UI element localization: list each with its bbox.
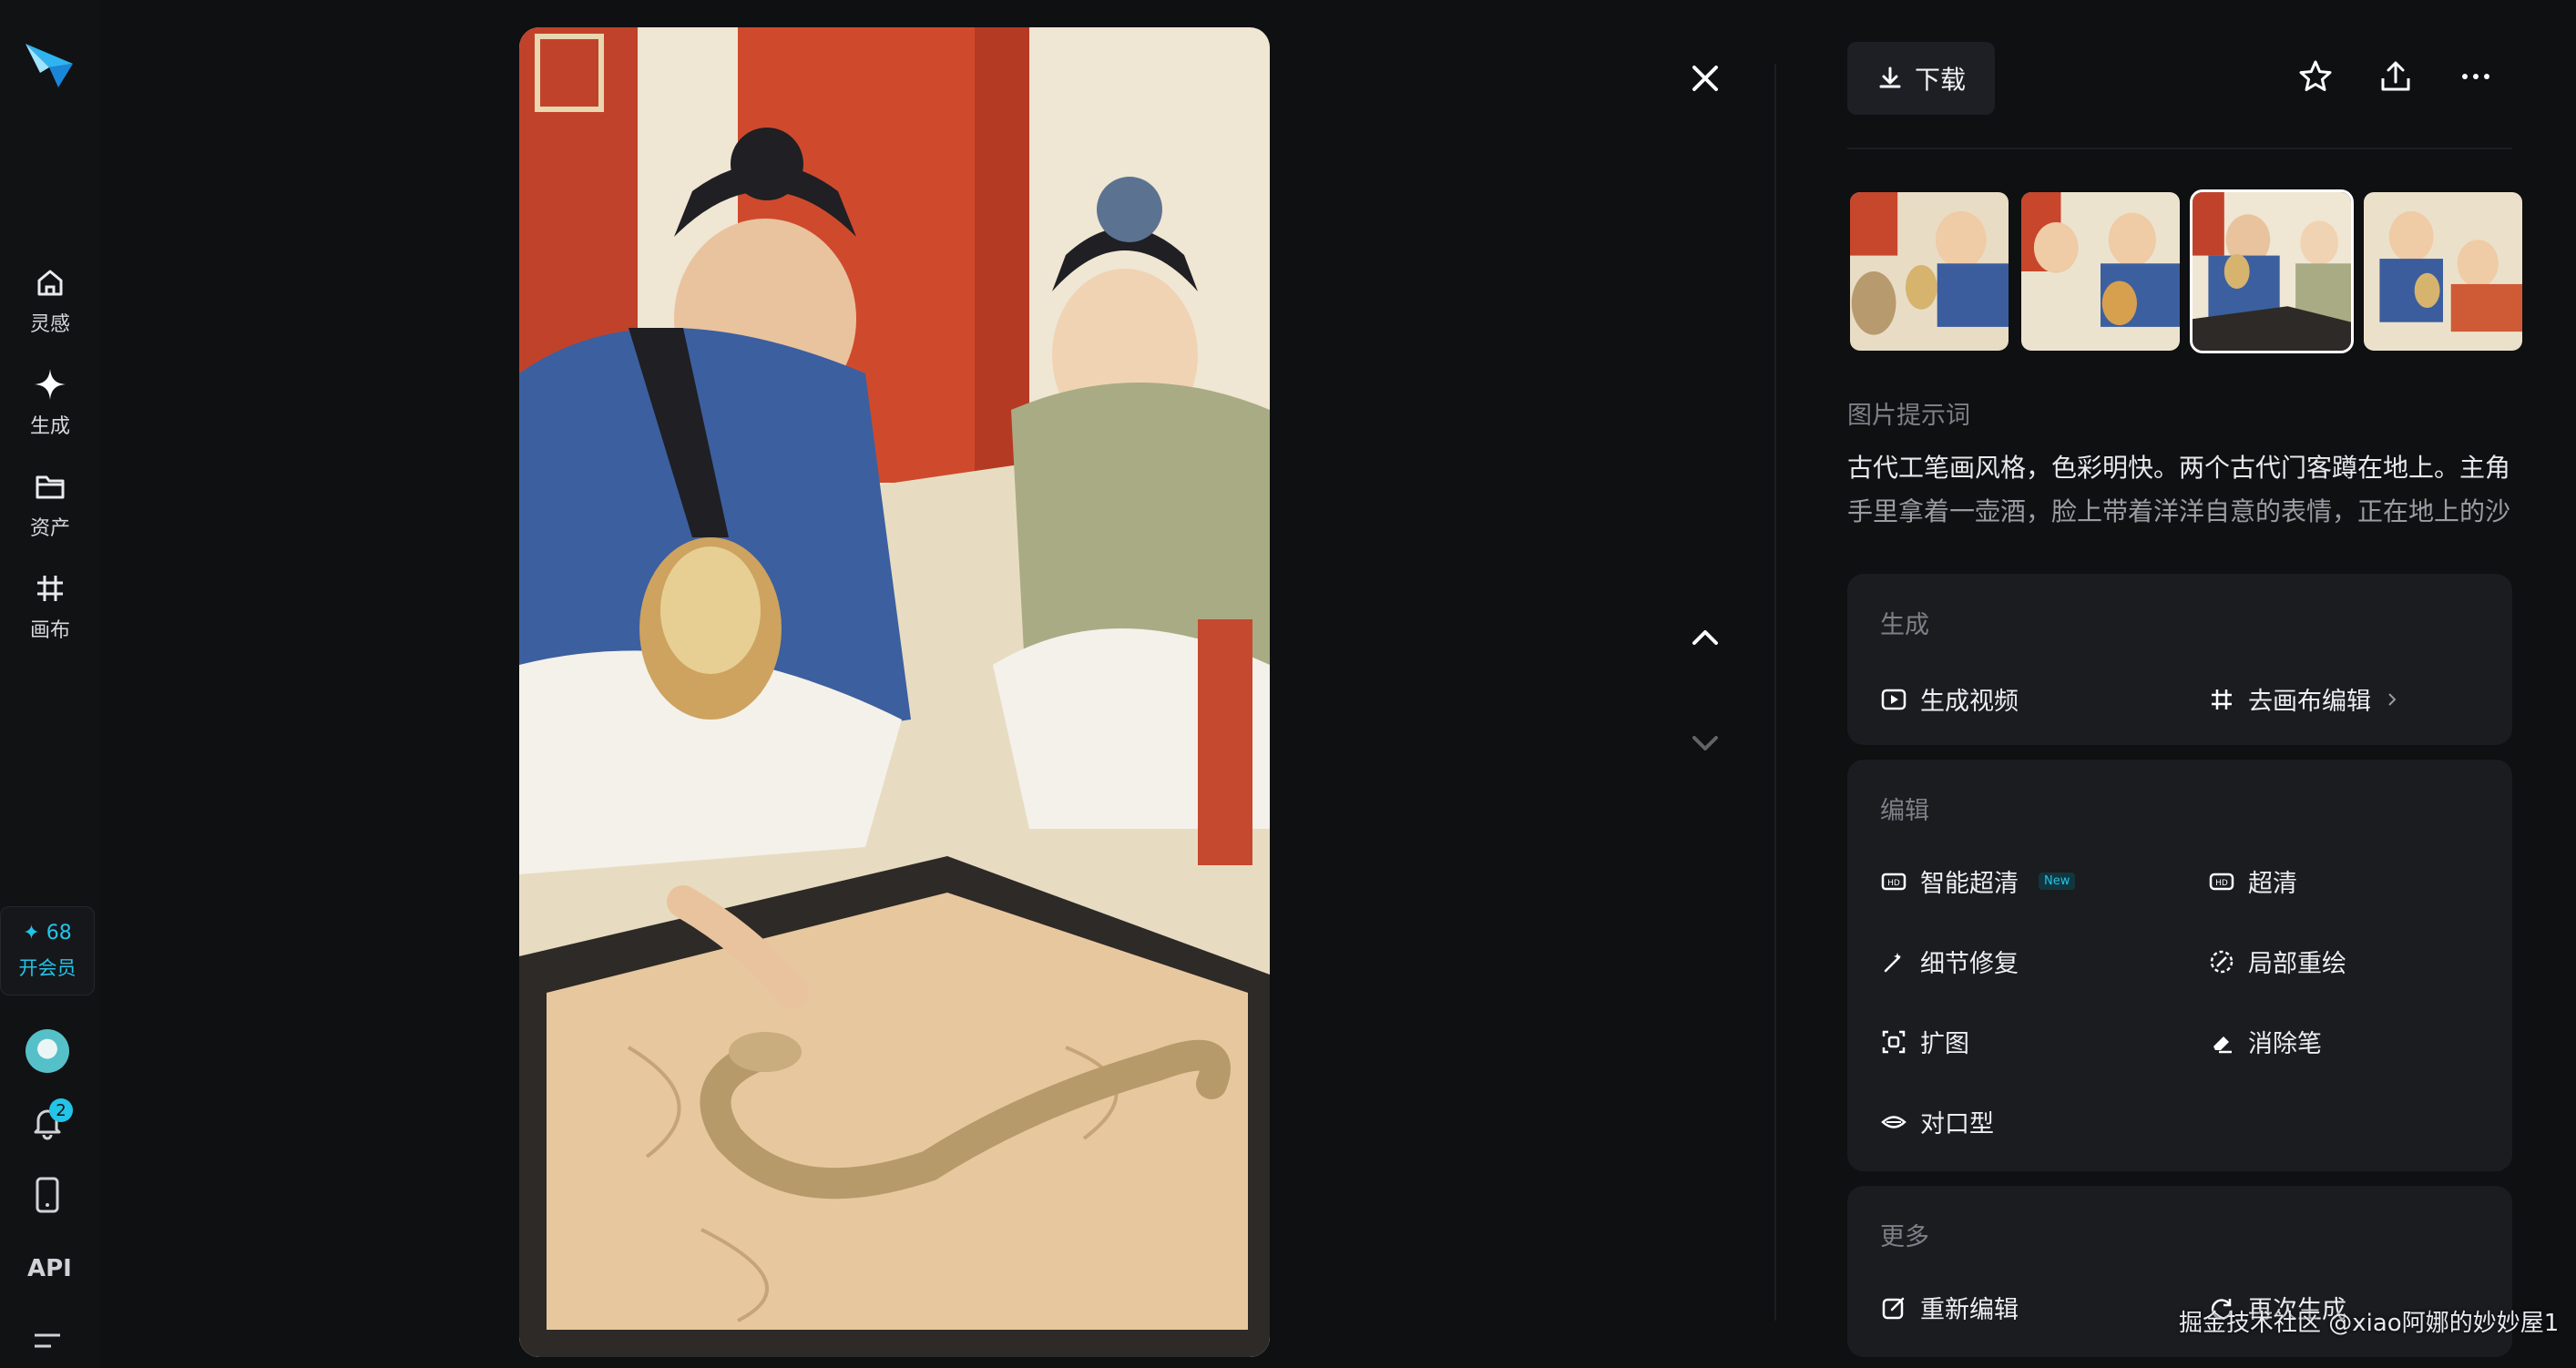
credits-value: 68 xyxy=(46,921,72,944)
option-label: 去画布编辑 xyxy=(2248,688,2371,716)
share-icon[interactable] xyxy=(2377,58,2414,95)
option-label: 智能超清 xyxy=(1920,870,2019,898)
svg-text:HD: HD xyxy=(2215,879,2228,888)
prompt-line: 古代工笔画风格，色彩明快。两个古代门客蹲在地上。主角 xyxy=(1847,453,2511,483)
notification-badge: 2 xyxy=(49,1098,73,1122)
prompt-text[interactable]: 古代工笔画风格，色彩明快。两个古代门客蹲在地上。主角 手里拿着一壶酒，脸上带着洋… xyxy=(1847,446,2512,534)
video-play-icon xyxy=(1881,689,1906,710)
sidebar-item-inspiration[interactable]: 灵感 xyxy=(0,255,100,346)
re-edit-button[interactable]: 重新编辑 xyxy=(1880,1290,2019,1325)
magic-wand-icon xyxy=(1884,952,1901,972)
detail-fix-button[interactable]: 细节修复 xyxy=(1880,944,2019,979)
option-label: 生成视频 xyxy=(1920,688,2019,716)
generate-video-button[interactable]: 生成视频 xyxy=(1880,681,2019,717)
chevron-up-icon[interactable] xyxy=(1687,619,1723,656)
credits-count: ✦ 68 xyxy=(23,921,72,944)
download-button[interactable]: 下载 xyxy=(1847,42,1995,115)
home-icon xyxy=(37,270,63,296)
download-label: 下载 xyxy=(1914,65,1966,95)
thumbnail[interactable] xyxy=(2019,189,2182,353)
inpaint-button[interactable]: 局部重绘 xyxy=(2208,944,2346,979)
lips-icon xyxy=(1881,1115,1906,1128)
expand-button[interactable]: 扩图 xyxy=(1880,1024,1969,1059)
panel-divider xyxy=(1774,64,1776,1321)
generated-image[interactable] xyxy=(519,27,1270,1357)
close-icon[interactable] xyxy=(1687,60,1723,97)
hd-icon: HD xyxy=(2209,873,2234,890)
canvas-icon xyxy=(2212,689,2232,710)
sidebar-item-label: 生成 xyxy=(29,415,70,438)
smart-hd-button[interactable]: HD 智能超清 New xyxy=(1880,863,2076,899)
thumbnail-selected[interactable] xyxy=(2190,189,2354,353)
sparkle-icon xyxy=(35,369,66,400)
left-sidebar: 灵感 生成 资产 画布 ✦ 68 开会员 2 API xyxy=(0,0,100,1368)
prompt-section-title: 图片提示词 xyxy=(1847,402,1970,430)
expand-icon xyxy=(1882,1030,1906,1053)
option-label: 细节修复 xyxy=(1920,950,2019,978)
lipsync-button[interactable]: 对口型 xyxy=(1880,1104,1994,1139)
prompt-line: 手里拿着一壶酒，脸上带着洋洋自意的表情，正在地上的沙 xyxy=(1847,496,2511,526)
sidebar-item-generate[interactable]: 生成 xyxy=(0,357,100,448)
toolbar-divider xyxy=(1847,148,2512,149)
canvas-edit-button[interactable]: 去画布编辑 xyxy=(2208,681,2400,717)
option-label: 对口型 xyxy=(1920,1110,1994,1138)
chevron-right-icon xyxy=(2388,692,2397,706)
generate-card: 生成 生成视频 去画布编辑 xyxy=(1847,574,2512,745)
more-options-icon[interactable] xyxy=(2458,58,2494,95)
hd-button[interactable]: HD 超清 xyxy=(2208,863,2297,899)
eraser-button[interactable]: 消除笔 xyxy=(2208,1024,2322,1059)
option-label: 局部重绘 xyxy=(2248,950,2346,978)
edit-icon xyxy=(1882,1297,1905,1319)
thumbnail[interactable] xyxy=(1847,189,2011,353)
thumbnail[interactable] xyxy=(2361,189,2525,353)
sidebar-item-label: 灵感 xyxy=(29,313,70,336)
artwork-illustration xyxy=(519,27,1270,1357)
mobile-icon[interactable] xyxy=(29,1175,66,1215)
hd-plus-icon: HD xyxy=(1881,873,1906,890)
canvas-icon xyxy=(37,576,63,601)
option-label: 消除笔 xyxy=(2248,1030,2322,1058)
vip-button[interactable]: 开会员 xyxy=(19,954,77,981)
card-title: 生成 xyxy=(1880,611,1929,639)
card-title: 编辑 xyxy=(1880,797,1929,825)
sidebar-item-assets[interactable]: 资产 xyxy=(0,459,100,550)
svg-text:HD: HD xyxy=(1887,879,1900,888)
edit-card: 编辑 HD 智能超清 New HD 超清 细节修复 局部重绘 扩图 消除笔 对口… xyxy=(1847,760,2512,1171)
chevron-down-icon[interactable] xyxy=(1687,725,1723,761)
app-logo[interactable] xyxy=(22,36,77,91)
eraser-icon xyxy=(2213,1036,2232,1053)
option-label: 扩图 xyxy=(1920,1030,1969,1058)
credits-badge[interactable]: ✦ 68 开会员 xyxy=(0,906,95,995)
card-title: 更多 xyxy=(1880,1223,1929,1251)
thumbnail-strip xyxy=(1847,189,2525,353)
sidebar-item-label: 画布 xyxy=(29,619,70,642)
watermark: 掘金技术社区 @xiao阿娜的妙妙屋1 xyxy=(2179,1310,2560,1337)
brush-circle-icon xyxy=(2210,950,2234,973)
download-icon xyxy=(1879,66,1901,88)
sidebar-item-canvas[interactable]: 画布 xyxy=(0,561,100,652)
api-link[interactable]: API xyxy=(27,1255,72,1282)
option-label: 重新编辑 xyxy=(1920,1296,2019,1324)
star-icon[interactable] xyxy=(2297,58,2334,95)
folder-icon xyxy=(36,475,65,499)
new-badge: New xyxy=(2039,873,2076,890)
avatar[interactable] xyxy=(26,1029,69,1073)
menu-icon[interactable] xyxy=(33,1330,62,1352)
sidebar-item-label: 资产 xyxy=(29,517,70,540)
option-label: 超清 xyxy=(2248,870,2297,898)
